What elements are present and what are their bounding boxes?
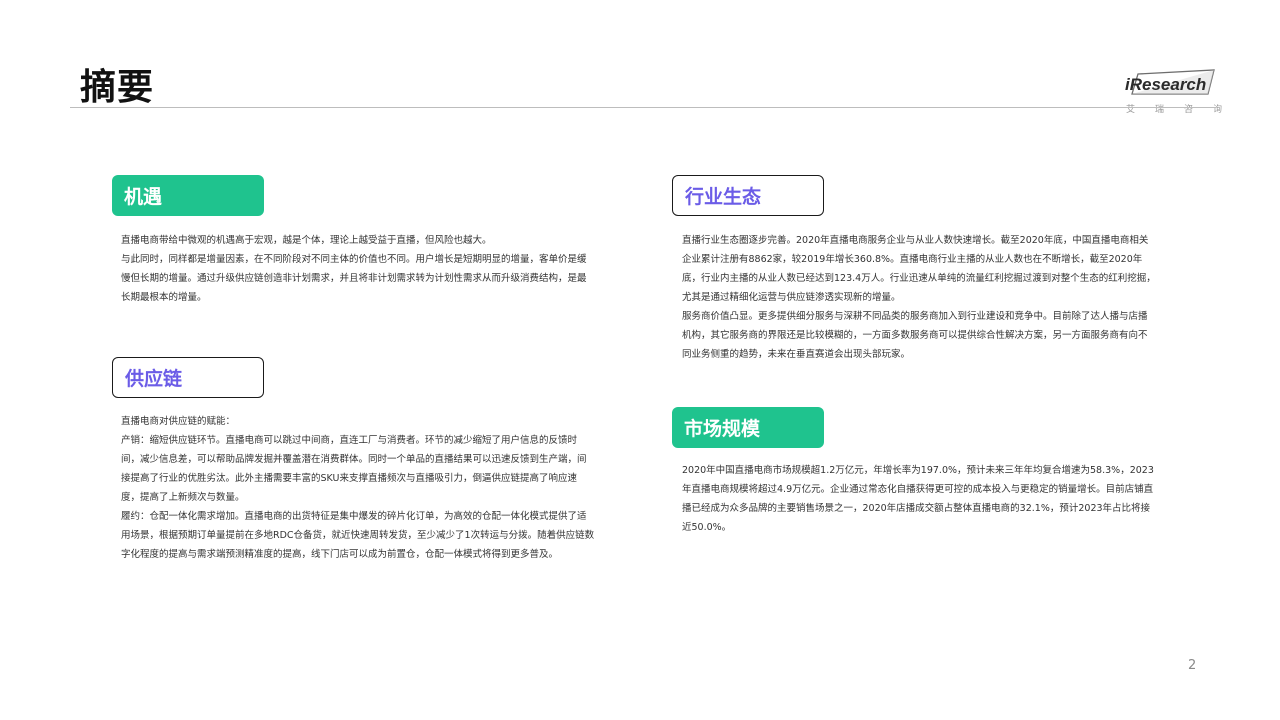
section-heading-ecosystem: 行业生态: [672, 175, 824, 216]
logo-text: iResearch: [1125, 75, 1206, 94]
logo-subtitle-char: 询: [1212, 105, 1222, 115]
section-body-market-size: 2020年中国直播电商市场规模超1.2万亿元，年增长率为197.0%，预计未来三…: [682, 461, 1156, 537]
paragraph: 履约：仓配一体化需求增加。直播电商的出货特征是集中爆发的碎片化订单，为高效的仓配…: [121, 511, 595, 560]
header-divider: [70, 107, 1216, 108]
paragraph: 服务商价值凸显。更多提供细分服务与深耕不同品类的服务商加入到行业建设和竞争中。目…: [682, 311, 1148, 360]
section-body-supply-chain: 直播电商对供应链的赋能： 产销：缩短供应链环节。直播电商可以跳过中间商，直连工厂…: [121, 412, 595, 564]
logo-subtitle-char: 瑞: [1154, 105, 1164, 115]
logo-subtitle-char: 咨: [1183, 105, 1193, 115]
page-title: 摘要: [80, 67, 155, 108]
paragraph: 直播行业生态圈逐步完善。2020年直播电商服务企业与从业人数快速增长。截至202…: [682, 235, 1156, 303]
logo-subtitle-char: 艾: [1126, 105, 1136, 115]
page-number: 2: [1188, 658, 1197, 673]
section-heading-supply-chain: 供应链: [112, 357, 264, 398]
section-heading-market-size: 市场规模: [672, 407, 824, 448]
logo-subtitle: 艾 瑞 咨 询: [1126, 102, 1222, 115]
section-heading-opportunity: 机遇: [112, 175, 264, 216]
paragraph: 2020年中国直播电商市场规模超1.2万亿元，年增长率为197.0%，预计未来三…: [682, 465, 1154, 533]
logo-mark: iResearch: [1125, 69, 1215, 95]
iresearch-logo: iResearch 艾 瑞 咨 询: [1122, 68, 1222, 116]
paragraph: 与此同时，同样都是增量因素，在不同阶段对不同主体的价值也不同。用户增长是短期明显…: [121, 254, 587, 303]
section-body-ecosystem: 直播行业生态圈逐步完善。2020年直播电商服务企业与从业人数快速增长。截至202…: [682, 231, 1156, 364]
paragraph: 产销：缩短供应链环节。直播电商可以跳过中间商，直连工厂与消费者。环节的减少缩短了…: [121, 435, 587, 503]
section-body-opportunity: 直播电商带给中微观的机遇高于宏观，越是个体，理论上越受益于直播，但风险也越大。 …: [121, 231, 595, 307]
paragraph: 直播电商对供应链的赋能：: [121, 416, 236, 427]
paragraph: 直播电商带给中微观的机遇高于宏观，越是个体，理论上越受益于直播，但风险也越大。: [121, 235, 492, 246]
